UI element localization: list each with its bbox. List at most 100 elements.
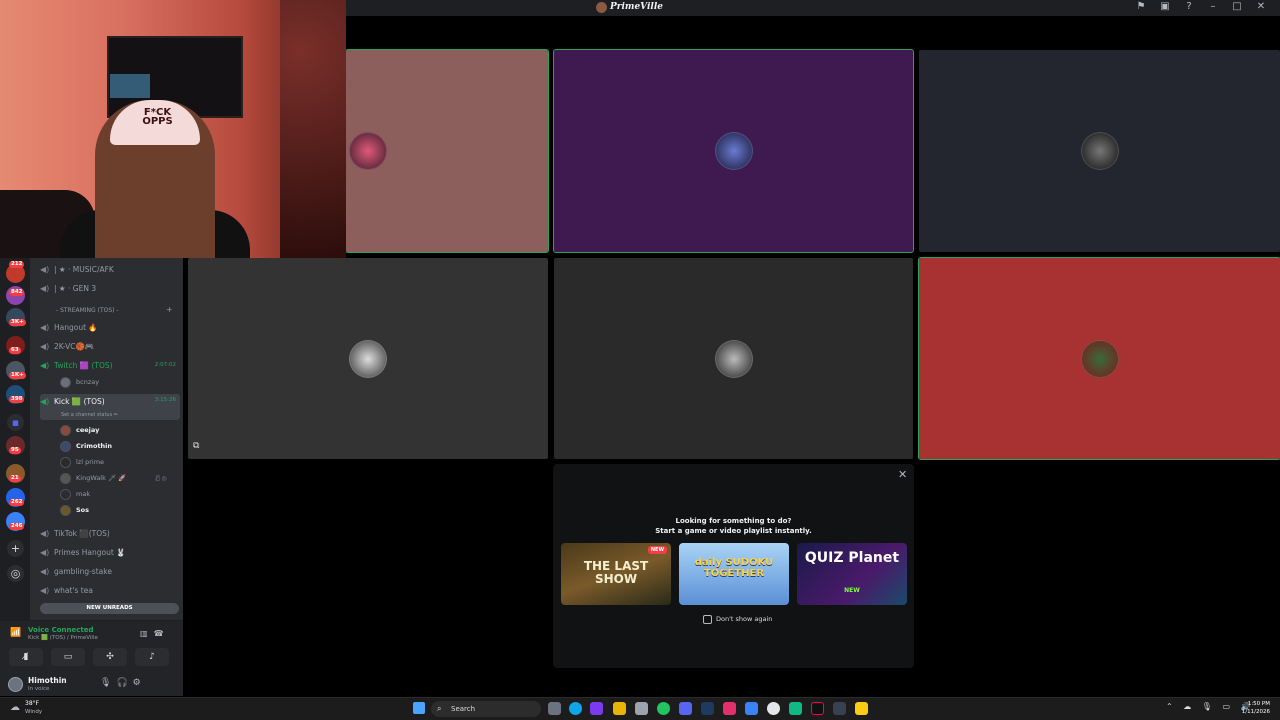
channel-hangout[interactable]: ◀) Hangout 🔥 (40, 318, 180, 336)
store-icon[interactable] (635, 702, 648, 715)
webcam-overlay: F*CK OPPS (0, 0, 346, 258)
activity-card-quiz-planet[interactable]: QUIZ Planet NEW (797, 543, 907, 605)
channel-twitch[interactable]: ◀) Twitch 🟪 (TOS) 2:07:02 (40, 356, 180, 374)
unread-badge: 842 (9, 289, 25, 296)
taskbar: ☁ 38°F Windy ⌕ Search ⌃ ☁ 🎙 ▭ 🔊 1:50 PM 1… (0, 697, 1280, 720)
voice-connected-label[interactable]: Voice Connected (28, 626, 94, 634)
sticky-notes-icon[interactable] (855, 702, 868, 715)
avatar (60, 472, 71, 484)
video-tile[interactable] (345, 49, 549, 253)
search-icon: ⌕ (437, 704, 442, 713)
channel-tiktok[interactable]: ◀) TikTok ⬛(TOS) (40, 524, 180, 542)
live-timer: 2:07:02 (154, 362, 176, 368)
create-channel-icon[interactable]: + (166, 305, 173, 314)
speaker-icon: ◀) (40, 264, 50, 274)
clock[interactable]: 1:50 PM 1/11/2026 (1240, 700, 1270, 716)
video-tile[interactable] (919, 50, 1280, 252)
channel-gambling-stake[interactable]: ◀) gambling-stake (40, 562, 180, 580)
username[interactable]: Himothin (28, 676, 67, 685)
voice-user[interactable]: Crimothin (60, 439, 112, 453)
flag-icon[interactable]: ⚑ (1134, 1, 1148, 12)
activity-card-last-show[interactable]: NEW THE LAST SHOW (561, 543, 671, 605)
video-tile[interactable] (918, 257, 1280, 460)
close-icon[interactable]: ✕ (1254, 1, 1268, 12)
avatar (60, 376, 71, 388)
windows-start-icon[interactable] (413, 702, 425, 714)
voice-user[interactable]: bcnzay (60, 375, 99, 389)
channel-whats-tea[interactable]: ◀) what's tea (40, 581, 180, 599)
voice-user[interactable]: Sos (60, 503, 89, 517)
channel-gen3[interactable]: ◀) | ★ · GEN 3 (40, 279, 179, 297)
copilot-icon[interactable] (590, 702, 603, 715)
signal-icon[interactable]: 📶 (10, 628, 21, 638)
category-streaming[interactable]: - STREAMING (TOS) - (56, 307, 119, 314)
video-tile[interactable] (188, 258, 548, 459)
maximize-icon[interactable]: □ (1230, 1, 1244, 12)
video-tile[interactable] (554, 258, 913, 459)
dont-show-checkbox[interactable] (703, 615, 712, 624)
microphone-icon[interactable]: 🎙 (100, 678, 116, 688)
speaker-icon: ◀) (40, 360, 50, 370)
gear-icon[interactable]: ⚙ (133, 678, 146, 688)
hat-text: F*CK OPPS (142, 107, 173, 127)
screen-share-button[interactable]: ▭ (51, 648, 85, 666)
user-panel: Himothin In voice 🎙🎧⚙ (0, 672, 183, 696)
app-icon[interactable] (745, 702, 758, 715)
edge-icon[interactable] (569, 702, 582, 715)
headphones-icon[interactable]: 🎧 (116, 678, 132, 688)
camera-off-button[interactable]: ▮̸ (9, 648, 43, 666)
weather-temp[interactable]: 38°F (25, 700, 39, 707)
unread-badge: 246 (9, 523, 25, 530)
steam-icon[interactable] (701, 702, 714, 715)
voice-panel: 📶 Voice Connected Kick 🟩 (TOS) / PrimeVi… (0, 620, 183, 672)
chatgpt-icon[interactable] (767, 702, 780, 715)
speaker-icon: ◀) (40, 585, 50, 595)
help-icon[interactable]: ? (1182, 1, 1196, 12)
activities-button[interactable]: ✣ (93, 648, 127, 666)
instagram-icon[interactable] (723, 702, 736, 715)
popout-icon[interactable]: ⧉ (193, 441, 207, 455)
server-icon (596, 2, 607, 13)
file-explorer-icon[interactable] (613, 702, 626, 715)
avatar (60, 424, 71, 436)
voice-user[interactable]: mak (60, 487, 90, 501)
voice-controls: ▥☎ (140, 629, 170, 638)
taskbar-search[interactable]: ⌕ Search (431, 701, 541, 717)
channel-music-afk[interactable]: ◀) | ★ · MUSIC/AFK (40, 260, 179, 278)
new-unreads-button[interactable]: NEW UNREADS (40, 603, 179, 614)
soundboard-button[interactable]: ♪ (135, 648, 169, 666)
tv-screen-image (110, 74, 150, 98)
voice-user[interactable]: KingWalk 🗡 🚀 🎙̸ ◎ (60, 471, 167, 485)
activity-card-sudoku[interactable]: daily SUDOKU TOGETHER (679, 543, 789, 605)
weather-icon[interactable]: ☁ (10, 702, 20, 713)
tiktok-icon[interactable] (811, 702, 824, 715)
app-icon[interactable] (789, 702, 802, 715)
avatar[interactable] (8, 677, 23, 692)
speaker-icon: ◀) (40, 341, 50, 351)
folder-icon[interactable]: ▪ (7, 414, 24, 431)
new-badge: NEW (647, 546, 667, 554)
disconnect-icon[interactable]: ☎ (154, 629, 170, 638)
app-icon[interactable] (833, 702, 846, 715)
unread-badge: 95 (9, 447, 21, 454)
video-tile[interactable] (553, 49, 914, 253)
dont-show-label[interactable]: Don't show again (716, 615, 772, 623)
noise-suppression-icon[interactable]: ▥ (140, 629, 154, 638)
add-server-icon[interactable]: + (7, 540, 24, 557)
voice-user[interactable]: ceejay (60, 423, 99, 437)
inbox-icon[interactable]: ▣ (1158, 1, 1172, 12)
discover-icon[interactable]: ◎ (7, 565, 24, 582)
minimize-icon[interactable]: – (1206, 1, 1220, 12)
discord-icon[interactable] (679, 702, 692, 715)
speaker-icon: ◀) (40, 528, 50, 538)
chrome-icon[interactable] (657, 702, 670, 715)
speaker-icon: ◀) (40, 397, 50, 406)
weather-desc: Windy (25, 709, 43, 715)
voice-channel-label[interactable]: Kick 🟩 (TOS) / PrimeVille (28, 635, 98, 641)
task-view-icon[interactable] (548, 702, 561, 715)
channel-primes-hangout[interactable]: ◀) Primes Hangout 🐰 (40, 543, 180, 561)
voice-user[interactable]: lzl prime (60, 455, 104, 469)
close-icon[interactable]: ✕ (898, 468, 907, 481)
channel-status[interactable]: Set a channel status ✏ (61, 412, 118, 418)
channel-2k-vc[interactable]: ◀) 2K-VC🏀🎮 (40, 337, 180, 355)
